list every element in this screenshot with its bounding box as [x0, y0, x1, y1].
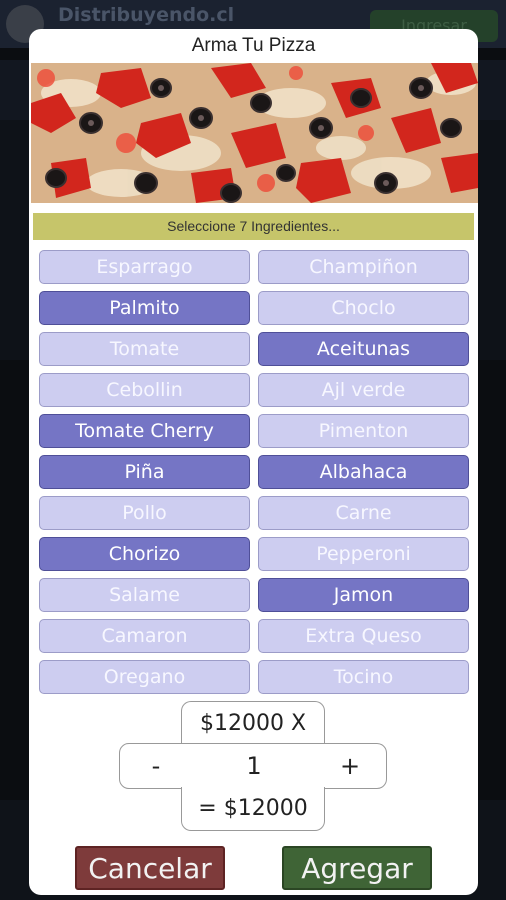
ingredient-button[interactable]: Piña — [39, 455, 250, 489]
ingredient-button[interactable]: Extra Queso — [258, 619, 469, 653]
ingredient-button[interactable]: Tomate — [39, 332, 250, 366]
ingredient-button[interactable]: Tocino — [258, 660, 469, 694]
total-price: = $12000 — [181, 787, 325, 831]
ingredient-button[interactable]: Tomate Cherry — [39, 414, 250, 448]
ingredient-button[interactable]: Albahaca — [258, 455, 469, 489]
modal-title: Arma Tu Pizza — [191, 35, 316, 56]
ingredient-button[interactable]: Carne — [258, 496, 469, 530]
ingredient-grid: Esparrago Champiñon Palmito Choclo Tomate Ace… — [39, 250, 469, 694]
ingredient-button[interactable]: Salame — [39, 578, 250, 612]
decrease-quantity-button[interactable]: - — [126, 744, 186, 788]
build-pizza-modal: Arma Tu Pizza Seleccione 7 Ingredientes.… — [29, 29, 478, 895]
ingredient-button[interactable]: Ajl verde — [258, 373, 469, 407]
ingredient-button[interactable]: Palmito — [39, 291, 250, 325]
ingredient-button[interactable]: Camaron — [39, 619, 250, 653]
pizza-image — [31, 63, 478, 203]
add-button[interactable]: Agregar — [282, 846, 432, 890]
ingredient-button[interactable]: Pimenton — [258, 414, 469, 448]
ingredient-button[interactable]: Champiñon — [258, 250, 469, 284]
quantity-value: 1 — [246, 752, 262, 780]
unit-price: $12000 X — [181, 701, 325, 745]
ingredient-button[interactable]: Pollo — [39, 496, 250, 530]
cancel-button[interactable]: Cancelar — [75, 846, 225, 890]
ingredient-button[interactable]: Cebollin — [39, 373, 250, 407]
site-title: Distribuyendo.cl — [58, 4, 235, 26]
increase-quantity-button[interactable]: + — [320, 744, 380, 788]
ingredient-button[interactable]: Esparrago — [39, 250, 250, 284]
ingredient-button[interactable]: Chorizo — [39, 537, 250, 571]
ingredient-button[interactable]: Oregano — [39, 660, 250, 694]
quantity-stepper: - 1 + — [119, 743, 387, 789]
instructions-bar: Seleccione 7 Ingredientes... — [33, 213, 474, 240]
ingredient-button[interactable]: Jamon — [258, 578, 469, 612]
ingredient-button[interactable]: Pepperoni — [258, 537, 469, 571]
ingredient-button[interactable]: Choclo — [258, 291, 469, 325]
ingredient-button[interactable]: Aceitunas — [258, 332, 469, 366]
